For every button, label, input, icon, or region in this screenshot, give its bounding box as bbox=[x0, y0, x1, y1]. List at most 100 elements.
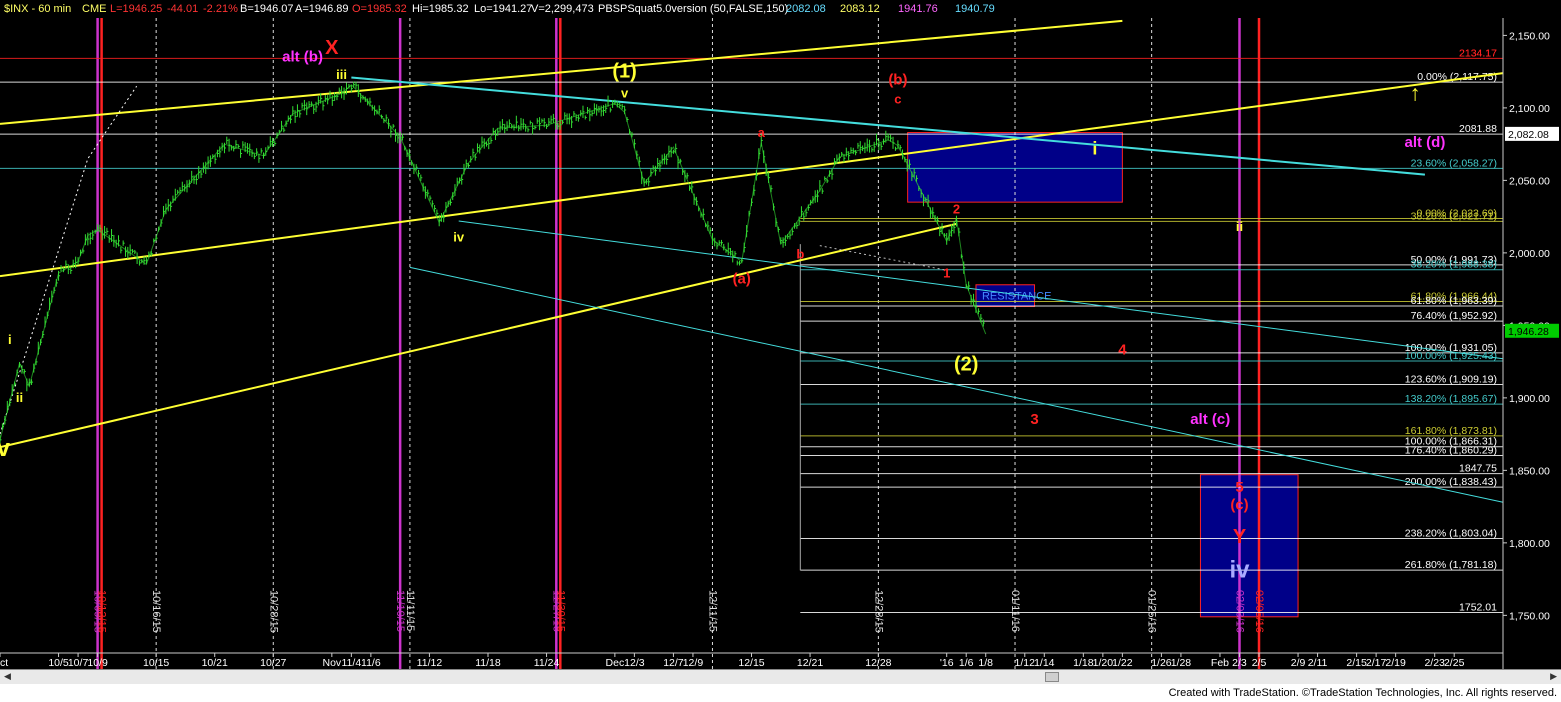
x-tick-label: 12/15 bbox=[738, 657, 764, 669]
x-tick-label: 2/17 bbox=[1366, 657, 1387, 669]
fib-level-label: 61.80% (1,963.39) bbox=[1411, 295, 1497, 307]
x-tick-label: 2/3 bbox=[1232, 657, 1247, 669]
cycle-date-label: 10/12/15 bbox=[96, 590, 108, 633]
study-value-2: 2083.12 bbox=[840, 3, 880, 15]
target-box bbox=[1199, 474, 1299, 618]
target-box bbox=[907, 132, 1123, 203]
chart-background bbox=[0, 0, 1561, 702]
fib-level-label: 261.80% (1,781.18) bbox=[1405, 559, 1497, 571]
level-tag: 2134.17 bbox=[1459, 47, 1497, 59]
x-tick-label: 1/26 bbox=[1151, 657, 1172, 669]
exchange-label: CME bbox=[82, 3, 107, 15]
cycle-date-label: 12/28/15 bbox=[872, 590, 884, 633]
wave-label: (b) bbox=[888, 72, 907, 89]
up-arrow-icon: ↑ bbox=[1410, 81, 1421, 106]
x-tick-label: Oct bbox=[0, 657, 8, 669]
wave-label: (c) bbox=[1230, 497, 1248, 514]
fib-level-label: 38.20% (2,021.71) bbox=[1411, 210, 1497, 222]
cycle-date-label: 10/28/15 bbox=[267, 590, 279, 633]
y-tick-label: 2,050.00 bbox=[1509, 175, 1550, 187]
wave-label: (2) bbox=[954, 353, 978, 375]
scrollbar-thumb[interactable] bbox=[1045, 672, 1059, 682]
x-tick-label: Dec bbox=[606, 657, 625, 669]
x-tick-label: 11/4 bbox=[342, 657, 362, 669]
wave-label: X bbox=[325, 37, 339, 59]
wave-label: Y bbox=[1233, 526, 1247, 548]
x-tick-label: 10/7 bbox=[68, 657, 89, 669]
wave-label: v bbox=[621, 86, 629, 101]
x-tick-label: 12/9 bbox=[683, 657, 704, 669]
x-tick-label: 2/9 bbox=[1291, 657, 1306, 669]
open-price: O=1985.32 bbox=[352, 3, 407, 15]
wave-label: iv bbox=[453, 229, 465, 244]
cycle-date-label: 11/30/15 bbox=[554, 590, 566, 632]
wave-label: 2 bbox=[953, 202, 960, 217]
x-tick-label: 2/11 bbox=[1308, 657, 1328, 669]
x-tick-label: 1/18 bbox=[1073, 657, 1094, 669]
wave-label: alt (c) bbox=[1190, 411, 1230, 428]
x-tick-label: 1/12 bbox=[1015, 657, 1036, 669]
study-name: PBSPSquat5.0version (50,FALSE,150) bbox=[598, 3, 789, 15]
wave-label: 3 bbox=[1030, 411, 1038, 428]
x-tick-label: 1/20 bbox=[1093, 657, 1114, 669]
y-tick-label: 2,150.00 bbox=[1509, 30, 1550, 42]
time-scrollbar[interactable]: ◀ ▶ bbox=[0, 669, 1561, 685]
x-tick-label: 12/3 bbox=[624, 657, 645, 669]
fib-level-label: 176.40% (1,860.29) bbox=[1405, 444, 1497, 456]
x-tick-label: 2/19 bbox=[1385, 657, 1406, 669]
fib-level-label: 1847.75 bbox=[1459, 463, 1497, 475]
x-tick-label: 10/9 bbox=[87, 657, 108, 669]
y-tick-label: 1,900.00 bbox=[1509, 393, 1550, 405]
cycle-date-label: 01/25/16 bbox=[1146, 590, 1158, 633]
wave-label: (1) bbox=[612, 60, 636, 82]
cycle-date-label: 02/03/16 bbox=[1233, 590, 1245, 633]
volume: V=2,299,473 bbox=[531, 3, 594, 15]
footer-bar: Created with TradeStation. ©TradeStation… bbox=[0, 684, 1561, 702]
percent-change: -2.21% bbox=[203, 3, 238, 15]
wave-label: ii bbox=[16, 390, 23, 405]
wave-label: 1 bbox=[943, 266, 950, 281]
x-tick-label: 1/8 bbox=[978, 657, 993, 669]
x-tick-label: 1/14 bbox=[1034, 657, 1055, 669]
wave-label: i bbox=[8, 332, 12, 347]
x-tick-label: '16 bbox=[940, 657, 954, 669]
symbol-label: $INX - 60 min bbox=[4, 3, 72, 15]
price-chart[interactable]: iRESISTANCE 10/09/1510/12/15 10/16/15 10/2… bbox=[0, 0, 1561, 702]
wave-label: (a) bbox=[733, 270, 751, 287]
x-tick-label: Feb bbox=[1211, 657, 1229, 669]
x-tick-label: 11/24 bbox=[534, 657, 560, 669]
price-badge-label: 1,946.28 bbox=[1508, 326, 1549, 338]
x-tick-label: 1/6 bbox=[959, 657, 974, 669]
high-price: Hi=1985.32 bbox=[412, 3, 469, 15]
wave-label: a bbox=[758, 125, 766, 140]
wave-label: 4 bbox=[1118, 341, 1127, 358]
fib-level-label: 2081.88 bbox=[1459, 123, 1497, 135]
box-label: i bbox=[1092, 139, 1097, 159]
x-tick-label: 12/28 bbox=[865, 657, 891, 669]
x-tick-label: 12/7 bbox=[663, 657, 684, 669]
x-tick-label: 11/18 bbox=[475, 657, 501, 669]
wave-label: ii bbox=[1236, 219, 1243, 234]
wave-label: iii bbox=[336, 67, 347, 82]
x-tick-label: 2/25 bbox=[1444, 657, 1465, 669]
bid-price: B=1946.07 bbox=[240, 3, 294, 15]
cycle-date-label: 02/05/16 bbox=[1253, 590, 1265, 633]
wave-label: alt (d) bbox=[1405, 134, 1446, 151]
wave-label: alt (b) bbox=[282, 48, 323, 65]
x-tick-label: 10/15 bbox=[143, 657, 169, 669]
x-tick-label: 11/12 bbox=[417, 657, 443, 669]
x-tick-label: 12/21 bbox=[797, 657, 823, 669]
chart-info-bar: $INX - 60 min CME L=1946.25 -44.01 -2.21… bbox=[0, 0, 1561, 18]
fib-level-label: 38.20% (1,988.38) bbox=[1411, 259, 1497, 271]
cycle-date-label: 01/11/16 bbox=[1009, 590, 1021, 632]
fib-level-label: 23.60% (2,058.27) bbox=[1411, 157, 1497, 169]
scroll-left-icon[interactable]: ◀ bbox=[4, 671, 11, 682]
fib-level-label: 76.40% (1,952.92) bbox=[1411, 310, 1497, 322]
fib-level-label: 123.60% (1,909.19) bbox=[1405, 374, 1497, 386]
wave-label: iv bbox=[1229, 557, 1250, 584]
y-tick-label: 1,800.00 bbox=[1509, 538, 1550, 550]
wave-label: 5 bbox=[1235, 479, 1243, 496]
net-change: -44.01 bbox=[167, 3, 199, 15]
wave-label: b bbox=[796, 247, 804, 262]
scroll-right-icon[interactable]: ▶ bbox=[1550, 671, 1557, 682]
